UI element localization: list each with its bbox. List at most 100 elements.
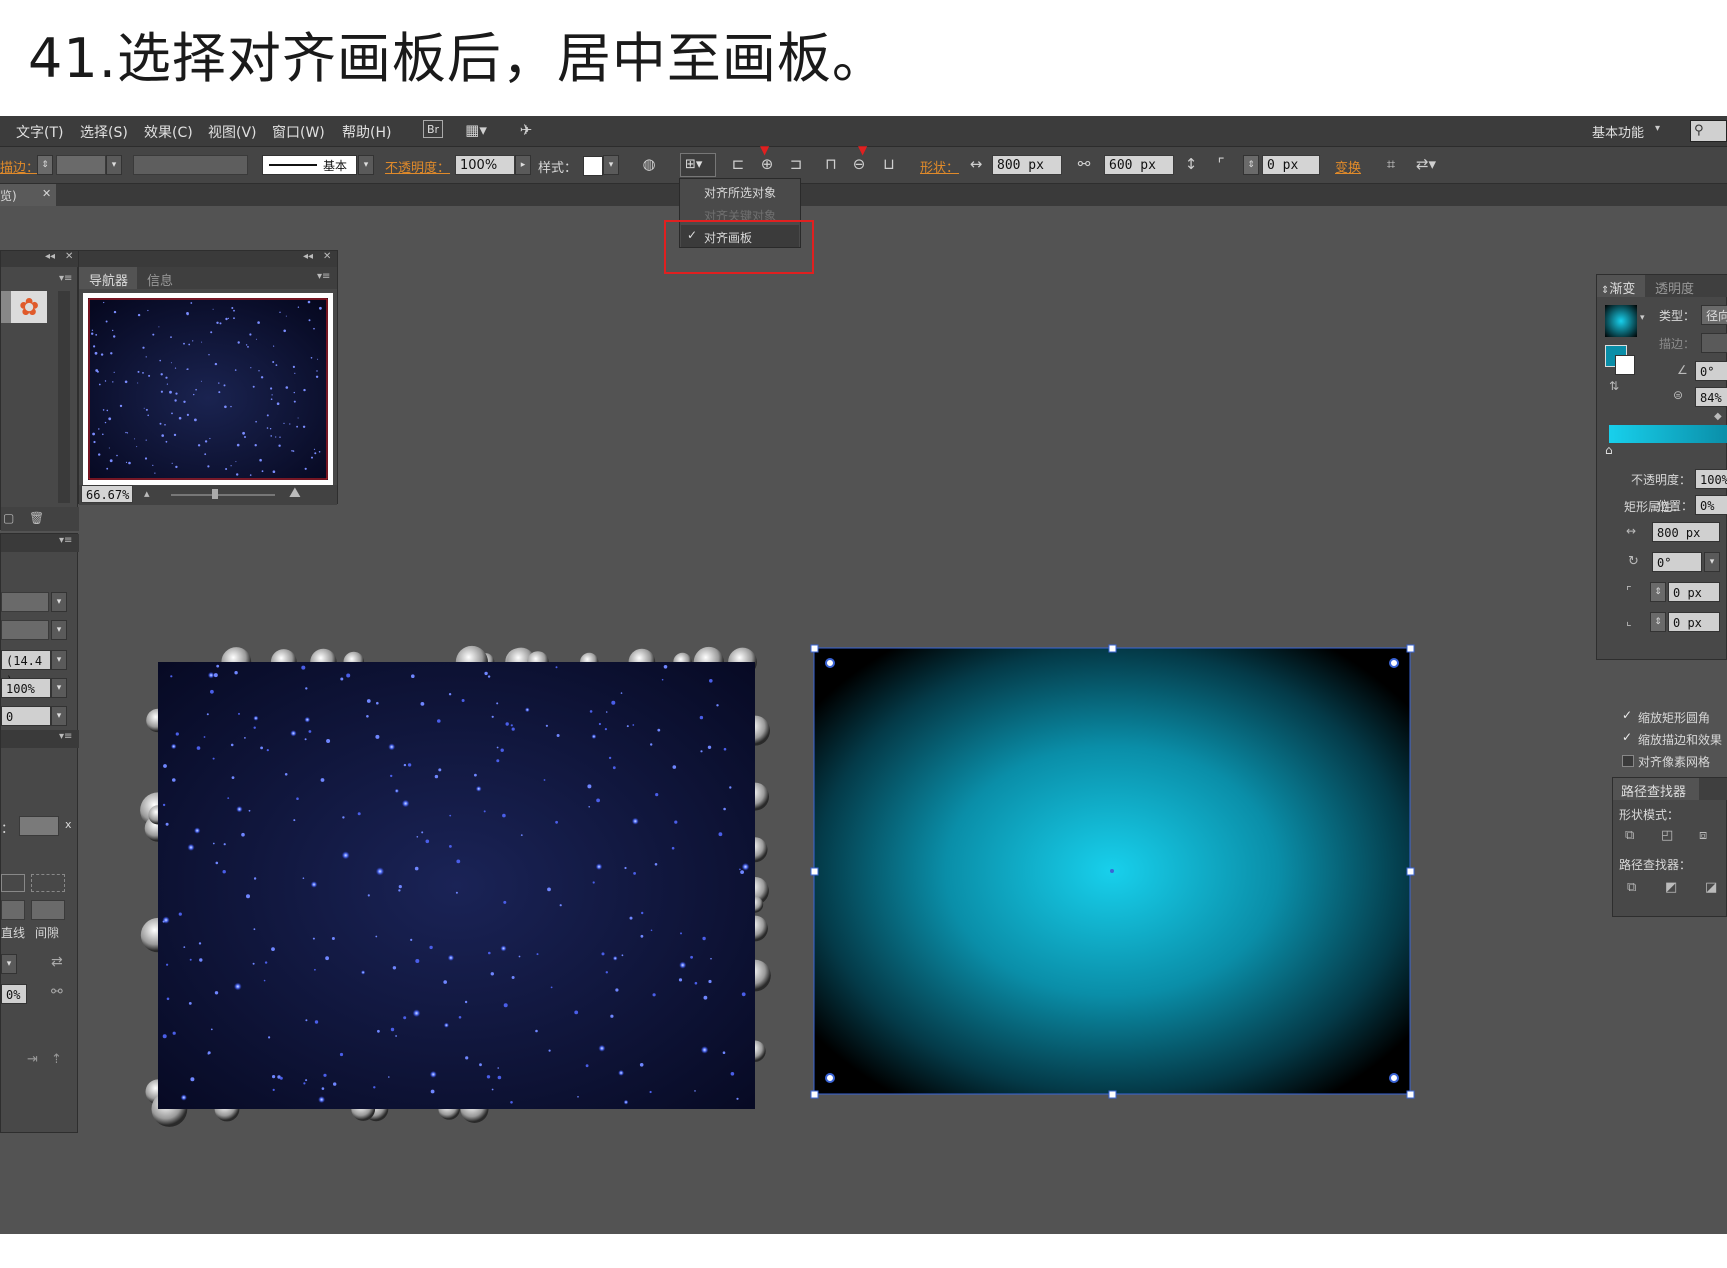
divide-icon[interactable]: ⧉ <box>1627 880 1636 895</box>
selection-handle[interactable] <box>810 644 819 653</box>
dropdown-icon[interactable]: ▾ <box>1704 552 1720 572</box>
close-icon[interactable]: ✕ <box>42 187 51 200</box>
star-artboard[interactable] <box>135 644 785 1134</box>
merge-icon[interactable]: ◪ <box>1705 880 1717 895</box>
gpu-rocket-icon[interactable]: ✈ <box>515 119 537 141</box>
rect-width-field[interactable]: 800 px <box>1652 522 1720 542</box>
opacity-arrow-icon[interactable]: ▸ <box>515 155 531 175</box>
dash-field[interactable] <box>19 816 59 836</box>
type-field[interactable]: 径向 <box>1701 305 1727 325</box>
corner-radius-field-1[interactable]: 0 px <box>1668 582 1720 602</box>
graphic-style-swatch[interactable] <box>583 156 603 176</box>
stroke-stepper[interactable]: ⇕ <box>37 155 53 175</box>
intersect-icon[interactable]: ⧈ <box>1699 828 1707 843</box>
shape-height-field[interactable]: 600 px <box>1104 155 1174 175</box>
gap-field-1[interactable] <box>31 900 65 920</box>
gradient-artboard[interactable] <box>810 644 1420 1104</box>
menu-help[interactable]: 帮助(H) <box>342 122 391 142</box>
dropdown-icon[interactable]: ▾ <box>51 706 67 726</box>
panel-menu-icon[interactable]: ▾≡ <box>59 273 72 284</box>
constrain-proportions-icon[interactable]: ⚯ <box>1073 153 1095 175</box>
corner-type-icon[interactable]: ⌜ <box>1210 153 1232 175</box>
panel-options-icon[interactable]: ⇄▾ <box>1415 153 1437 175</box>
flower-icon[interactable]: ✿ <box>11 291 47 323</box>
corner-radius-field-2[interactable]: 0 px <box>1668 612 1720 632</box>
corner-stepper[interactable]: ⇕ <box>1650 612 1666 632</box>
workspace-switcher[interactable]: 基本功能 <box>1592 122 1644 141</box>
menu-select[interactable]: 选择(S) <box>80 122 128 142</box>
reverse-gradient-icon[interactable]: ⇅ <box>1609 379 1619 393</box>
close-icon[interactable]: ✕ <box>65 251 73 262</box>
collapse-icon[interactable]: ◂◂ <box>45 251 55 262</box>
gradient-thumbnail[interactable] <box>1605 305 1637 337</box>
selection-handle[interactable] <box>1406 644 1415 653</box>
angle-field[interactable]: 0° <box>1695 361 1727 381</box>
scrollbar[interactable] <box>58 291 70 503</box>
tab-info[interactable]: 信息 <box>147 270 173 289</box>
gradient-stop-icon[interactable]: ⌂ <box>1605 443 1613 457</box>
zoom-in-icon[interactable]: ⛰ <box>289 485 301 501</box>
style-dropdown-icon[interactable]: ▾ <box>603 155 619 175</box>
link-icon[interactable]: ⚯ <box>51 984 63 1000</box>
dropdown-icon[interactable]: ▾ <box>1640 313 1645 323</box>
corner-widget[interactable] <box>1389 658 1399 668</box>
opacity-label[interactable]: 不透明度： <box>385 157 450 176</box>
selection-handle[interactable] <box>1406 1090 1415 1099</box>
new-item-icon[interactable]: ▢ <box>3 511 14 525</box>
shape-label[interactable]: 形状： <box>920 157 959 176</box>
transform-label[interactable]: 变换 <box>1335 157 1361 176</box>
document-tab[interactable]: 览) ✕ <box>0 184 56 206</box>
align-left-icon[interactable]: ⊏ <box>727 153 749 175</box>
dropdown-icon[interactable]: ▾ <box>1 954 17 974</box>
dash-align-corners-icon[interactable] <box>31 874 65 892</box>
corner-widget[interactable] <box>1389 1073 1399 1083</box>
dash-align-icon[interactable] <box>1 874 25 892</box>
rect-rotate-field[interactable]: 0° <box>1652 552 1702 572</box>
bridge-button[interactable]: Br <box>423 120 443 138</box>
stroke-weight-dropdown-icon[interactable]: ▾ <box>106 155 122 175</box>
tab-gradient[interactable]: ⇕渐变 <box>1597 275 1645 297</box>
unite-icon[interactable]: ⧉ <box>1625 828 1634 843</box>
zoom-field[interactable]: 66.67% <box>81 485 133 503</box>
selection-handle[interactable] <box>1406 867 1415 876</box>
dropdown-icon[interactable]: ▾ <box>51 678 67 698</box>
panel-menu-icon[interactable]: ▾≡ <box>59 731 72 742</box>
menu-type[interactable]: 文字(T) <box>16 122 63 142</box>
arrow-scale-field[interactable]: 0% <box>1 984 27 1004</box>
corner-stepper[interactable]: ⇕ <box>1243 155 1259 175</box>
minus-front-icon[interactable]: ◰ <box>1661 828 1673 843</box>
stroke-swatch[interactable] <box>1615 355 1635 375</box>
offset-field[interactable]: 0 <box>1 706 51 726</box>
stroke-label[interactable]: 描边： <box>0 157 39 176</box>
align-bottom-icon[interactable]: ⊔ <box>878 153 900 175</box>
dropdown-icon[interactable]: ▾ <box>51 592 67 612</box>
shape-width-field[interactable]: 800 px <box>992 155 1062 175</box>
selection-handle[interactable] <box>810 1090 819 1099</box>
dash-field-1[interactable] <box>1 900 25 920</box>
variable-width-field[interactable] <box>133 155 248 175</box>
dropdown-icon[interactable]: ▾ <box>51 650 67 670</box>
opacity-field[interactable]: 100% <box>1695 469 1727 489</box>
option-scale-corners[interactable]: ✓ 缩放矩形圆角 <box>1622 708 1727 726</box>
tab-transparency[interactable]: 透明度 <box>1655 278 1694 297</box>
corner-widget[interactable] <box>825 1073 835 1083</box>
tab-navigator[interactable]: 导航器 <box>79 267 137 289</box>
size-field[interactable]: (14.4 ) <box>1 650 51 688</box>
selection-handle[interactable] <box>1108 1090 1117 1099</box>
brush-dropdown-icon[interactable]: ▾ <box>358 155 374 175</box>
menu-window[interactable]: 窗口(W) <box>272 122 325 142</box>
arrow-align-icon[interactable]: ⇥ <box>27 1052 38 1067</box>
scale-field[interactable]: 100% <box>1 678 51 698</box>
corner-widget[interactable] <box>825 658 835 668</box>
align-right-icon[interactable]: ⊐ <box>785 153 807 175</box>
search-icon[interactable]: ⚲ <box>1690 120 1727 142</box>
stroke-field[interactable] <box>1 592 49 612</box>
opacity-field[interactable]: 100% <box>455 155 515 175</box>
dropdown-icon[interactable]: ▾ <box>51 620 67 640</box>
selection-handle[interactable] <box>810 867 819 876</box>
recolor-artwork-icon[interactable]: ◍ <box>638 153 660 175</box>
gradient-midpoint-icon[interactable]: ◆ <box>1714 411 1722 422</box>
option-pixel-grid[interactable]: 对齐像素网格 <box>1622 752 1727 770</box>
gradient-slider[interactable] <box>1609 425 1727 443</box>
navigator-preview[interactable] <box>83 293 333 485</box>
